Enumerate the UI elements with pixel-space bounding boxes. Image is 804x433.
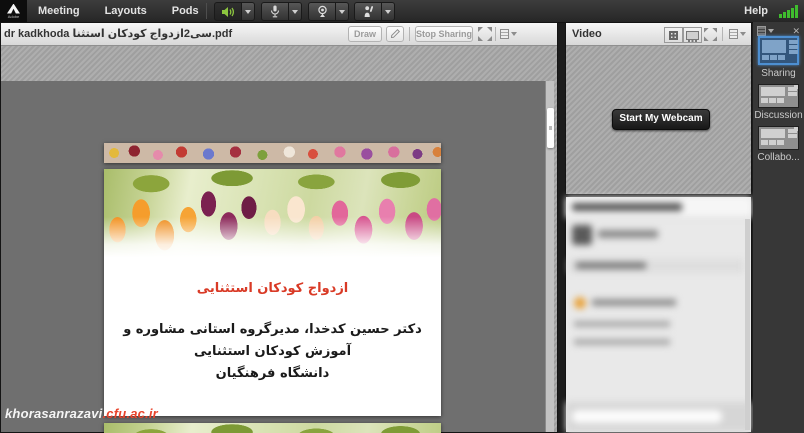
webcam-dropdown[interactable] [336,2,349,21]
menu-pods[interactable]: Pods [172,5,199,17]
attendees-pod-blurred [565,196,752,433]
microphone-icon [269,5,281,18]
fullscreen-icon[interactable] [478,27,492,41]
filmstrip-view-icon [686,31,699,40]
speaker-control [214,2,255,21]
start-my-webcam-button[interactable]: Start My Webcam [612,109,710,130]
raise-hand-button[interactable] [354,2,382,21]
share-pod-options-icon[interactable] [500,29,517,39]
draw-button[interactable]: Draw [348,26,382,42]
raise-hand-icon [362,5,375,18]
speaker-dropdown[interactable] [242,2,255,21]
scrollbar-thumb[interactable] [547,108,554,148]
tulips-image [104,169,441,261]
pencil-tool-button[interactable] [386,26,404,42]
header-separator [409,27,410,41]
slide-next-partial [104,423,441,433]
top-menu-bar: Adobe Meeting Layouts Pods Audio [0,0,804,23]
slide-title: ازدواج کودکان استثنایی [104,281,441,296]
grid-view-button[interactable] [664,27,683,43]
video-pod-header: Video [566,23,751,46]
menu-meeting[interactable]: Meeting [38,5,80,17]
status-dropdown[interactable] [382,2,395,21]
layout-button-collaboration[interactable] [758,126,799,150]
layout-notification-dot [794,85,798,89]
signal-strength-icon [779,5,798,18]
site-watermark: khorasanrazavi.cfu.ac.ir [5,406,158,421]
webcam-icon [316,5,329,18]
layout-sidebar: ✕ Sharing Discussion Collabo... [753,22,804,433]
document-scrollbar[interactable] [545,81,554,432]
share-pod-header: dr kadkhoda سی2ازدواج کودکان استثنا.pdf … [1,23,557,46]
share-pod: dr kadkhoda سی2ازدواج کودکان استثنا.pdf … [0,22,558,433]
sidebar-options-icon[interactable] [757,26,774,36]
video-pod-options-icon[interactable] [729,29,746,39]
close-icon[interactable]: ✕ [792,26,800,36]
watermark-name: khorasanrazavi [5,406,102,421]
microphone-dropdown[interactable] [289,2,302,21]
share-pod-title: dr kadkhoda سی2ازدواج کودکان استثنا.pdf [4,23,232,45]
blurred-content [566,197,751,432]
slide-body-line: دانشگاه فرهنگیان [114,363,431,385]
microphone-control [261,2,302,21]
speaker-button[interactable] [214,2,242,21]
stop-sharing-button[interactable]: Stop Sharing [415,26,473,42]
pencil-icon [390,28,401,39]
status-control [354,2,395,21]
webcam-control [308,2,349,21]
help-link[interactable]: Help [744,0,768,22]
microphone-button[interactable] [261,2,289,21]
menu-layouts[interactable]: Layouts [105,5,147,17]
slide-body-line: دکتر حسین کدخدا، مدیرگروه استانی مشاوره … [114,319,431,341]
header-separator [722,27,723,41]
toolbar-separator [206,3,207,19]
layout-label-discussion: Discussion [753,110,804,121]
floral-collage-image [104,143,441,163]
slide-body-line: آموزش کودکان استثنایی [114,341,431,363]
header-separator [495,27,496,41]
adobe-logo: Adobe [0,0,27,22]
fullscreen-icon[interactable] [704,28,717,41]
adobe-logo-caption: Adobe [8,14,20,19]
watermark-domain: .cfu.ac.ir [102,406,157,421]
slide-previous-partial [104,143,441,163]
adobe-a-icon [7,4,20,14]
layout-label-collaboration: Collabo... [753,152,804,163]
webcam-button[interactable] [308,2,336,21]
layout-notification-dot [794,127,798,131]
video-pod: Video Start My Webcam [565,22,752,195]
tulips-image [104,423,441,433]
slide-body-text: دکتر حسین کدخدا، مدیرگروه استانی مشاوره … [114,319,431,385]
layout-label-sharing: Sharing [753,68,804,79]
video-pod-title: Video [572,23,602,45]
grid-view-icon [669,31,678,40]
slide-current: ازدواج کودکان استثنایی دکتر حسین کدخدا، … [104,169,441,416]
speaker-icon [221,6,235,18]
video-view-toggle [664,27,702,43]
layout-button-discussion[interactable] [758,84,799,108]
layout-button-sharing[interactable] [758,36,799,65]
filmstrip-view-button[interactable] [683,27,702,43]
adobe-connect-window: Adobe Meeting Layouts Pods Audio [0,0,804,433]
document-view-area: ازدواج کودکان استثنایی دکتر حسین کدخدا، … [1,81,545,432]
attendees-scrollbar[interactable] [745,219,750,430]
